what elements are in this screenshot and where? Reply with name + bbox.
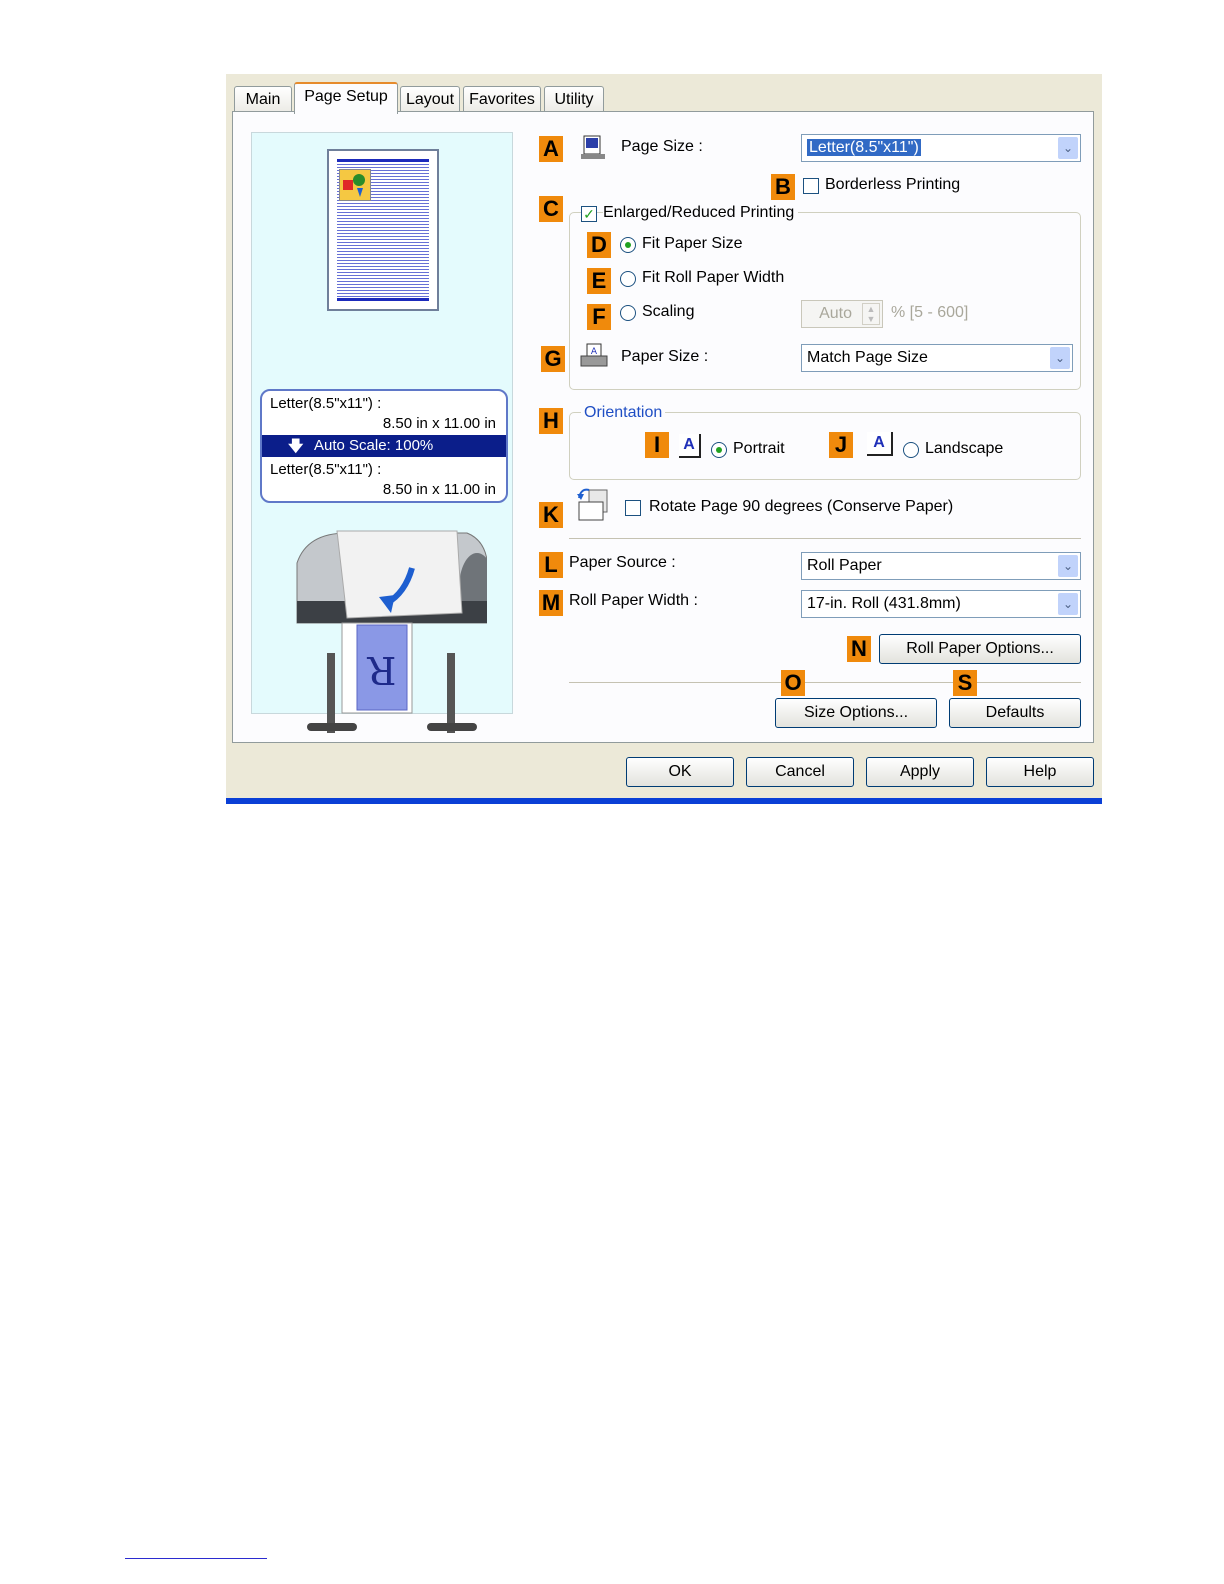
tab-layout[interactable]: Layout: [400, 86, 460, 112]
roll-paper-width-select[interactable]: 17-in. Roll (431.8mm) ⌄: [801, 590, 1081, 618]
paper-source-select[interactable]: Roll Paper ⌄: [801, 552, 1081, 580]
page-preview-thumbnail: [327, 149, 439, 311]
enlarged-reduced-label: Enlarged/Reduced Printing: [603, 204, 799, 222]
spinner-arrows-icon: ▲ ▼: [862, 303, 880, 325]
marker-m: M: [539, 590, 563, 616]
fit-roll-paper-width-label: Fit Roll Paper Width: [642, 269, 785, 286]
help-button[interactable]: Help: [986, 757, 1094, 787]
portrait-label: Portrait: [733, 440, 785, 457]
printer-illustration: R: [287, 523, 495, 743]
landscape-radio[interactable]: [903, 442, 919, 458]
fit-roll-paper-width-radio[interactable]: [620, 271, 636, 287]
chevron-down-icon: ⌄: [1058, 137, 1078, 159]
orientation-title: Orientation: [581, 404, 666, 422]
fit-paper-size-radio[interactable]: [620, 237, 636, 253]
apply-button[interactable]: Apply: [866, 757, 974, 787]
chevron-down-icon: ⌄: [1058, 555, 1078, 577]
scaling-range: % [5 - 600]: [891, 304, 969, 321]
marker-f: F: [587, 304, 611, 330]
marker-j: J: [829, 432, 853, 458]
roll-paper-width-value: 17-in. Roll (431.8mm): [807, 595, 961, 612]
rotate-page-checkbox[interactable]: [625, 500, 641, 516]
source-paper-dimensions: 8.50 in x 11.00 in: [382, 415, 496, 432]
tab-panel: Letter(8.5"x11") : 8.50 in x 11.00 in 🡇 …: [232, 111, 1094, 743]
paper-size-value: Match Page Size: [807, 349, 928, 366]
ok-button[interactable]: OK: [626, 757, 734, 787]
auto-scale-text: Auto Scale: 100%: [314, 437, 434, 454]
roll-paper-options-button[interactable]: Roll Paper Options...: [879, 634, 1081, 664]
page-image-icon: [339, 169, 371, 201]
marker-e: E: [587, 268, 611, 294]
marker-i: I: [645, 432, 669, 458]
down-arrow-icon: 🡇: [288, 438, 304, 455]
tab-favorites[interactable]: Favorites: [463, 86, 541, 112]
borderless-printing-label: Borderless Printing: [825, 176, 961, 193]
radio-selected-dot: [716, 447, 722, 453]
scaling-label: Scaling: [642, 303, 695, 320]
marker-b: B: [771, 174, 795, 200]
paper-size-select[interactable]: Match Page Size ⌄: [801, 344, 1073, 372]
landscape-label: Landscape: [925, 440, 1004, 457]
svg-text:R: R: [366, 648, 396, 692]
tab-page-setup[interactable]: Page Setup: [294, 82, 398, 114]
page-size-label: Page Size :: [621, 138, 703, 155]
preview-area: Letter(8.5"x11") : 8.50 in x 11.00 in 🡇 …: [251, 132, 513, 733]
roll-paper-width-label: Roll Paper Width :: [569, 592, 698, 609]
tab-utility[interactable]: Utility: [544, 86, 604, 112]
paper-info-box: Letter(8.5"x11") : 8.50 in x 11.00 in 🡇 …: [260, 389, 508, 503]
marker-d: D: [587, 232, 611, 258]
tab-main[interactable]: Main: [234, 86, 292, 112]
chevron-down-icon: ⌄: [1050, 347, 1070, 369]
window-bottom-border: [226, 798, 1102, 804]
paper-source-value: Roll Paper: [807, 557, 882, 574]
enlarged-reduced-checkbox[interactable]: ✓: [581, 206, 597, 222]
source-paper-name: Letter(8.5"x11") :: [270, 395, 382, 412]
radio-selected-dot: [625, 242, 631, 248]
landscape-icon: A: [867, 432, 893, 456]
portrait-icon: A: [679, 434, 701, 458]
scaling-value: Auto: [819, 305, 852, 322]
page-setup-dialog: Main Page Setup Layout Favorites Utility…: [226, 74, 1102, 804]
marker-a: A: [539, 136, 563, 162]
auto-scale-bar: 🡇 Auto Scale: 100%: [262, 435, 506, 457]
page-size-select[interactable]: Letter(8.5"x11") ⌄: [801, 134, 1081, 162]
marker-g: G: [541, 346, 565, 372]
fit-paper-size-label: Fit Paper Size: [642, 235, 743, 252]
portrait-radio[interactable]: [711, 442, 727, 458]
marker-s: S: [953, 670, 977, 696]
scaling-spinner: Auto ▲ ▼: [801, 300, 883, 328]
printer-paper-icon: A: [579, 342, 609, 375]
page-size-icon: [579, 134, 607, 167]
divider: [569, 538, 1081, 539]
borderless-printing-checkbox[interactable]: [803, 178, 819, 194]
paper-size-label: Paper Size :: [621, 348, 709, 365]
scaling-radio[interactable]: [620, 305, 636, 321]
output-paper-name: Letter(8.5"x11") :: [270, 461, 382, 478]
size-options-button[interactable]: Size Options...: [775, 698, 937, 728]
marker-k: K: [539, 502, 563, 528]
defaults-button[interactable]: Defaults: [949, 698, 1081, 728]
marker-n: N: [847, 636, 871, 662]
output-paper-dimensions: 8.50 in x 11.00 in: [382, 481, 496, 498]
rotate-page-icon: [575, 486, 611, 531]
marker-h: H: [539, 408, 563, 434]
footer-link-underline[interactable]: [125, 1558, 267, 1559]
rotate-page-label: Rotate Page 90 degrees (Conserve Paper): [649, 498, 954, 515]
page-size-value: Letter(8.5"x11"): [807, 139, 921, 156]
cancel-button[interactable]: Cancel: [746, 757, 854, 787]
divider: [569, 682, 1081, 683]
marker-l: L: [539, 552, 563, 578]
marker-o: O: [781, 670, 805, 696]
marker-c: C: [539, 196, 563, 222]
chevron-down-icon: ⌄: [1058, 593, 1078, 615]
paper-source-label: Paper Source :: [569, 554, 676, 571]
